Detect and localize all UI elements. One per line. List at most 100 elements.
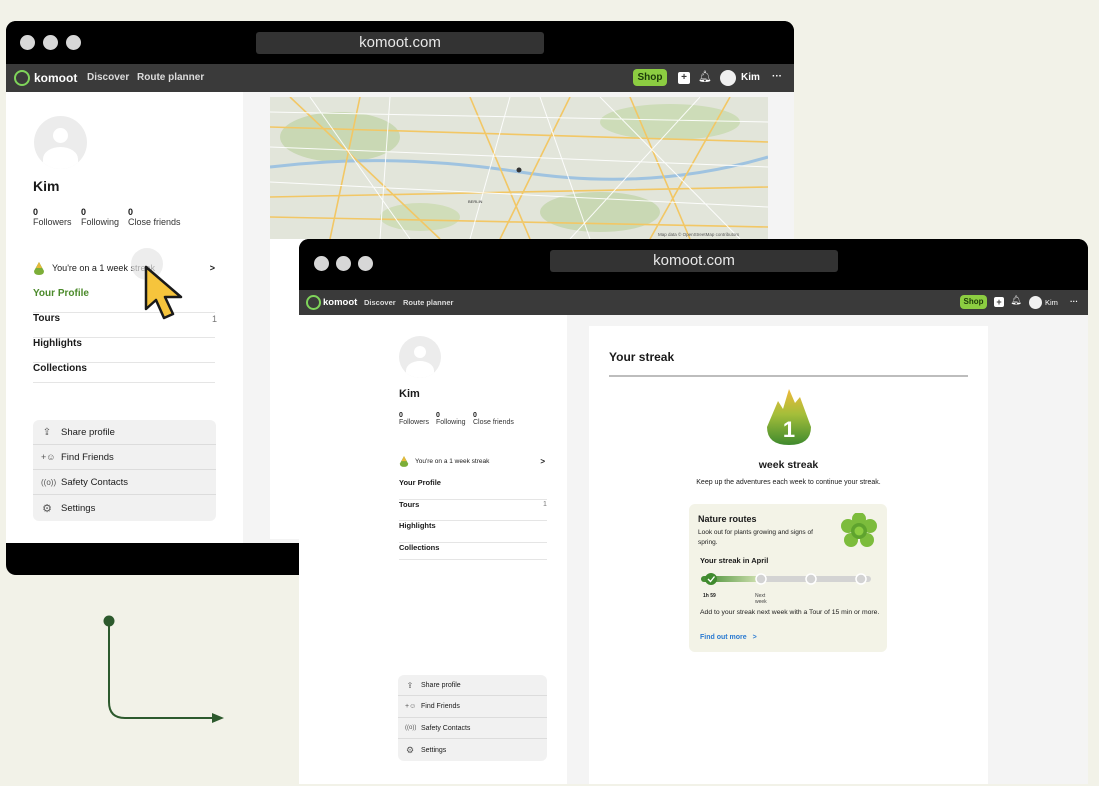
add-friends-icon: +☺ <box>405 703 417 710</box>
map-tiles: BERLIN Map data © OpenStreetMap contribu… <box>270 97 768 239</box>
gear-icon: ⚙ <box>42 502 52 515</box>
streak-title: Your streak <box>609 350 675 364</box>
user-avatar[interactable] <box>720 70 736 86</box>
window-minimize-button[interactable] <box>43 35 58 50</box>
nav-route-planner[interactable]: Route planner <box>137 72 204 83</box>
gear-icon: ⚙ <box>405 744 415 755</box>
browser-window-front: komoot.com komoot Discover Route planner… <box>299 239 1088 784</box>
shop-button[interactable]: Shop <box>960 295 987 309</box>
page-content: Kim 0 Followers 0 Following 0 Close friends… <box>299 315 1088 784</box>
shop-button[interactable]: Shop <box>633 69 667 86</box>
streak-flame-icon <box>34 261 44 275</box>
safety-contacts-button[interactable]: ((o)) Safety Contacts <box>398 718 547 739</box>
app-header: komoot Discover Route planner Shop + 🔔︎ … <box>299 290 1088 315</box>
main-column: Your streak 1 week streak Keep up the ad… <box>567 315 1088 784</box>
more-menu-icon[interactable]: ··· <box>772 71 782 82</box>
title-bar: komoot.com <box>299 239 1088 290</box>
komoot-logo-icon[interactable] <box>306 295 321 310</box>
title-bar: komoot.com <box>6 21 794 64</box>
window-zoom-button[interactable] <box>358 256 373 271</box>
share-icon: ⇪ <box>42 426 52 438</box>
user-avatar[interactable] <box>1029 296 1042 309</box>
streak-flame-badge-icon: 1 <box>767 389 811 445</box>
menu-collections[interactable]: Collections <box>33 363 215 383</box>
chevron-right-icon: > <box>752 634 757 641</box>
safety-icon: ((o)) <box>41 477 57 487</box>
chevron-right-icon: > <box>209 263 215 273</box>
progress-label-next: Next week <box>755 593 767 605</box>
address-bar[interactable]: komoot.com <box>550 250 838 272</box>
bell-icon[interactable]: 🔔︎ <box>1010 295 1022 306</box>
window-minimize-button[interactable] <box>336 256 351 271</box>
stat-followers[interactable]: 0 Followers <box>399 412 429 426</box>
streak-panel: Your streak 1 week streak Keep up the ad… <box>589 326 988 784</box>
user-name[interactable]: Kim <box>1045 298 1058 307</box>
streak-month-title: Your streak in April <box>700 556 769 565</box>
find-friends-button[interactable]: +☺ Find Friends <box>398 696 547 718</box>
settings-button[interactable]: ⚙ Settings <box>33 495 216 521</box>
find-out-more-link[interactable]: Find out more > <box>700 634 757 641</box>
card-description: Look out for plants growing and signs of… <box>698 529 813 546</box>
more-menu-icon[interactable]: ··· <box>1070 297 1078 306</box>
tours-count: 1 <box>212 314 218 324</box>
add-friends-icon: +☺ <box>41 452 56 462</box>
share-profile-button[interactable]: ⇪ Share profile <box>33 420 216 445</box>
window-zoom-button[interactable] <box>66 35 81 50</box>
chevron-right-icon: > <box>540 457 545 466</box>
brand-name[interactable]: komoot <box>323 297 357 308</box>
streak-banner[interactable]: You're on a 1 week streak > <box>399 455 545 468</box>
user-name[interactable]: Kim <box>741 72 760 83</box>
menu-collections[interactable]: Collections <box>399 543 547 560</box>
stat-close-friends[interactable]: 0 Close friends <box>128 207 181 227</box>
stat-following[interactable]: 0 Following <box>81 207 119 227</box>
menu-highlights[interactable]: Highlights <box>33 338 215 363</box>
nav-discover[interactable]: Discover <box>364 298 396 307</box>
safety-contacts-button[interactable]: ((o)) Safety Contacts <box>33 470 216 495</box>
settings-button[interactable]: ⚙ Settings <box>398 739 547 761</box>
streak-progress-track <box>701 573 871 585</box>
app-header: komoot Discover Route planner Shop + 🔔︎ … <box>6 64 794 92</box>
nature-routes-card: Nature routes Look out for plants growin… <box>689 504 887 652</box>
profile-actions: ⇪ Share profile +☺ Find Friends ((o)) Safet… <box>398 675 547 761</box>
profile-actions: ⇪ Share profile +☺ Find Friends ((o)) Safet… <box>33 420 216 521</box>
streak-headline: week streak <box>758 459 819 471</box>
card-title: Nature routes <box>698 514 757 524</box>
address-bar[interactable]: komoot.com <box>256 32 544 54</box>
streak-subtext: Keep up the adventures each week to cont… <box>696 479 881 486</box>
menu-tours[interactable]: Tours <box>399 500 547 521</box>
menu-your-profile[interactable]: Your Profile <box>399 478 547 500</box>
komoot-logo-icon[interactable] <box>14 70 30 86</box>
profile-avatar[interactable] <box>399 336 441 378</box>
brand-name[interactable]: komoot <box>34 71 77 85</box>
svg-text:Map data © OpenStreetMap contr: Map data © OpenStreetMap contributors <box>658 231 740 237</box>
stat-close-friends[interactable]: 0 Close friends <box>473 412 514 426</box>
stat-followers[interactable]: 0 Followers <box>33 207 72 227</box>
profile-avatar[interactable] <box>34 116 87 169</box>
menu-highlights[interactable]: Highlights <box>399 521 547 543</box>
profile-sidebar: Kim 0 Followers 0 Following 0 Close friends… <box>6 92 243 543</box>
window-close-button[interactable] <box>20 35 35 50</box>
svg-text:BERLIN: BERLIN <box>468 199 483 204</box>
share-profile-button[interactable]: ⇪ Share profile <box>398 675 547 696</box>
window-close-button[interactable] <box>314 256 329 271</box>
profile-name: Kim <box>33 178 60 194</box>
add-icon[interactable]: + <box>994 297 1004 307</box>
streak-note: Add to your streak next week with a Tour… <box>700 609 880 616</box>
mouse-cursor-icon <box>144 265 183 320</box>
profile-map[interactable]: BERLIN Map data © OpenStreetMap contribu… <box>270 97 768 239</box>
progress-label-done: 1h 59 <box>703 593 716 599</box>
nav-route-planner[interactable]: Route planner <box>403 298 453 307</box>
profile-name: Kim <box>399 388 420 400</box>
flower-badge-icon <box>841 513 877 547</box>
share-icon: ⇪ <box>406 680 414 690</box>
tours-count: 1 <box>543 501 547 508</box>
find-friends-button[interactable]: +☺ Find Friends <box>33 445 216 470</box>
streak-flame-icon <box>399 456 409 467</box>
nav-discover[interactable]: Discover <box>87 72 129 83</box>
bell-icon[interactable]: 🔔︎ <box>698 70 712 83</box>
add-icon[interactable]: + <box>678 72 690 84</box>
stat-following[interactable]: 0 Following <box>436 412 466 426</box>
title-divider <box>609 375 968 377</box>
transition-arrow <box>103 615 224 723</box>
safety-icon: ((o)) <box>405 725 417 731</box>
